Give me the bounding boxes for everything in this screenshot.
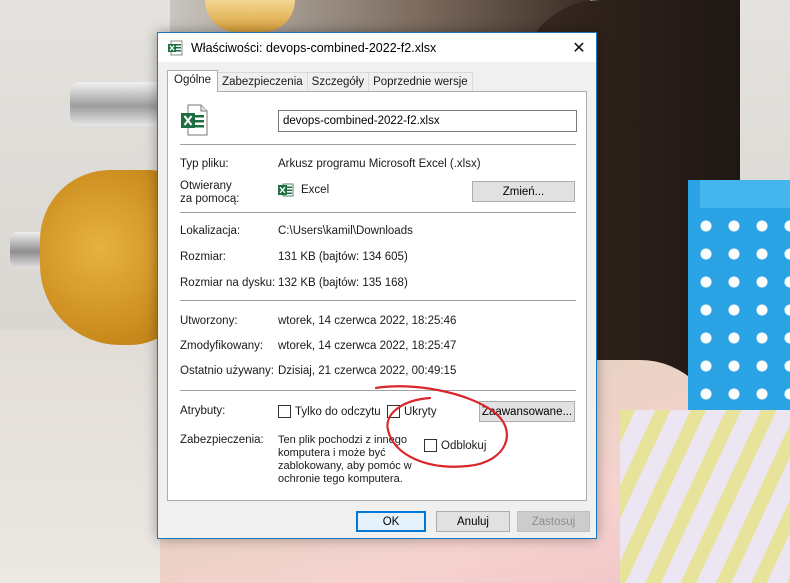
security-warning-text: Ten plik pochodzi z innego komputera i m… bbox=[278, 434, 412, 485]
file-type-value: Arkusz programu Microsoft Excel (.xlsx) bbox=[278, 158, 481, 170]
background-gift-box-lid bbox=[700, 180, 790, 208]
unblock-checkbox-label: Odblokuj bbox=[441, 439, 487, 452]
modified-label: Zmodyfikowany: bbox=[180, 340, 264, 352]
separator bbox=[180, 212, 576, 213]
tab-general[interactable]: Ogólne bbox=[167, 70, 219, 92]
readonly-checkbox-box[interactable] bbox=[278, 405, 291, 418]
unblock-checkbox[interactable]: Odblokuj bbox=[424, 439, 486, 452]
tab-strip: Ogólne Zabezpieczenia Szczegóły Poprzedn… bbox=[167, 70, 473, 92]
tab-security[interactable]: Zabezpieczenia bbox=[217, 72, 308, 92]
window-title: Właściwości: devops-combined-2022-f2.xls… bbox=[191, 40, 437, 55]
ok-button[interactable]: OK bbox=[356, 511, 426, 532]
unblock-checkbox-box[interactable] bbox=[424, 439, 437, 452]
excel-file-icon bbox=[180, 104, 208, 136]
opens-with-value: Excel bbox=[301, 184, 330, 196]
background-striped-box bbox=[620, 410, 790, 583]
location-value: C:\Users\kamil\Downloads bbox=[278, 225, 413, 237]
tab-previous-versions[interactable]: Poprzednie wersje bbox=[368, 72, 473, 92]
location-label: Lokalizacja: bbox=[180, 225, 241, 237]
excel-app-icon bbox=[278, 183, 294, 197]
file-name-input[interactable] bbox=[278, 110, 577, 132]
size-label: Rozmiar: bbox=[180, 251, 227, 263]
file-type-label: Typ pliku: bbox=[180, 158, 229, 170]
separator bbox=[180, 300, 576, 301]
created-label: Utworzony: bbox=[180, 315, 238, 327]
hidden-checkbox[interactable]: Ukryty bbox=[387, 405, 437, 418]
security-label: Zabezpieczenia: bbox=[180, 434, 264, 446]
readonly-checkbox[interactable]: Tylko do odczytu bbox=[278, 405, 381, 418]
hidden-checkbox-label: Ukryty bbox=[404, 405, 437, 418]
modified-value: wtorek, 14 czerwca 2022, 18:25:47 bbox=[278, 340, 457, 352]
opens-with-label-line1: Otwierany bbox=[180, 180, 232, 192]
readonly-checkbox-label: Tylko do odczytu bbox=[295, 405, 381, 418]
background-fridge-door bbox=[0, 330, 160, 583]
general-tab-panel: Typ pliku: Arkusz programu Microsoft Exc… bbox=[167, 91, 587, 501]
opens-with-label-line2: za pomocą: bbox=[180, 193, 240, 205]
created-value: wtorek, 14 czerwca 2022, 18:25:46 bbox=[278, 315, 457, 327]
size-on-disk-label: Rozmiar na dysku: bbox=[180, 277, 276, 289]
apply-button[interactable]: Zastosuj bbox=[517, 511, 590, 532]
background-fridge-handle bbox=[70, 82, 166, 126]
close-icon[interactable]: ✕ bbox=[562, 33, 596, 62]
accessed-label: Ostatnio używany: bbox=[180, 365, 274, 377]
attributes-label: Atrybuty: bbox=[180, 405, 226, 417]
tab-details[interactable]: Szczegóły bbox=[306, 72, 370, 92]
hidden-checkbox-box[interactable] bbox=[387, 405, 400, 418]
background-gift-box bbox=[688, 180, 790, 410]
excel-file-icon bbox=[167, 40, 183, 56]
cancel-button[interactable]: Anuluj bbox=[436, 511, 510, 532]
accessed-value: Dzisiaj, 21 czerwca 2022, 00:49:15 bbox=[278, 365, 457, 377]
properties-dialog: Właściwości: devops-combined-2022-f2.xls… bbox=[157, 32, 597, 539]
title-bar[interactable]: Właściwości: devops-combined-2022-f2.xls… bbox=[158, 33, 596, 62]
size-on-disk-value: 132 KB (bajtów: 135 168) bbox=[278, 277, 408, 289]
separator bbox=[180, 144, 576, 145]
size-value: 131 KB (bajtów: 134 605) bbox=[278, 251, 408, 263]
separator bbox=[180, 390, 576, 391]
advanced-button[interactable]: Zaawansowane... bbox=[479, 401, 575, 422]
change-button[interactable]: Zmień... bbox=[472, 181, 575, 202]
